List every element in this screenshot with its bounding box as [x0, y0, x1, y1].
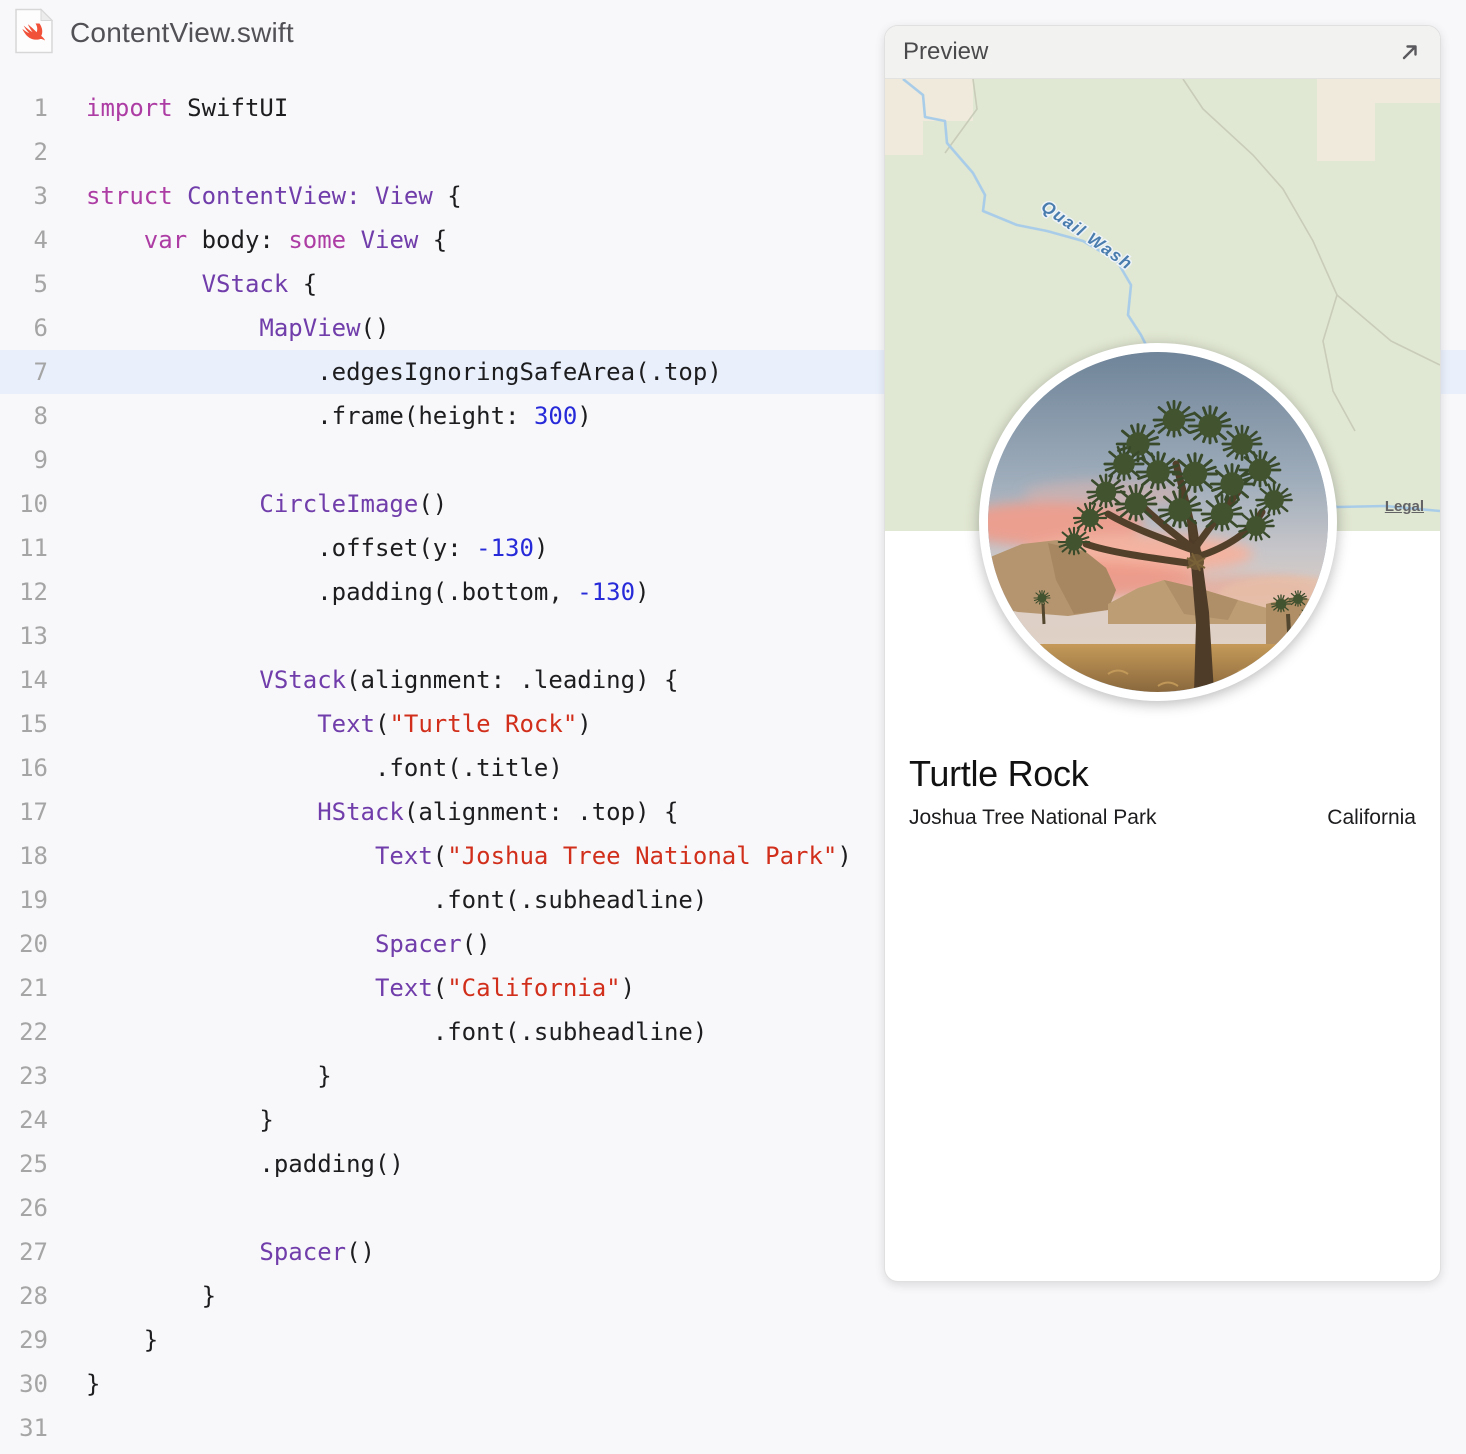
open-in-new-icon[interactable]	[1398, 40, 1422, 64]
line-number: 1	[33, 94, 48, 122]
line-number: 25	[19, 1150, 48, 1178]
line-number: 26	[19, 1194, 48, 1222]
preview-panel: Preview Quail Wash Legal Turtle Rock Jos…	[884, 25, 1441, 1282]
landmark-detail: Turtle Rock Joshua Tree National Park Ca…	[909, 752, 1416, 830]
line-number: 11	[19, 534, 48, 562]
line-number: 12	[19, 578, 48, 606]
landmark-state: California	[1327, 806, 1416, 829]
line-number: 7	[33, 358, 48, 386]
line-number: 8	[33, 402, 48, 430]
line-number: 13	[19, 622, 48, 650]
line-number: 16	[19, 754, 48, 782]
line-number: 5	[33, 270, 48, 298]
swift-file-icon	[14, 7, 54, 59]
line-number: 4	[33, 226, 48, 254]
code-line: 29 }	[0, 1318, 1466, 1362]
code-line: 31	[0, 1406, 1466, 1450]
preview-header: Preview	[885, 26, 1440, 79]
line-number: 2	[33, 138, 48, 166]
line-number: 31	[19, 1414, 48, 1442]
line-number: 10	[19, 490, 48, 518]
line-number: 15	[19, 710, 48, 738]
line-number: 24	[19, 1106, 48, 1134]
code-line: 30}	[0, 1362, 1466, 1406]
line-number: 23	[19, 1062, 48, 1090]
line-number: 30	[19, 1370, 48, 1398]
line-number: 6	[33, 314, 48, 342]
line-number: 21	[19, 974, 48, 1002]
line-number: 27	[19, 1238, 48, 1266]
landmark-circle-image	[979, 343, 1337, 701]
page-title: ContentView.swift	[70, 17, 294, 48]
landmark-park: Joshua Tree National Park	[909, 806, 1157, 829]
line-number: 22	[19, 1018, 48, 1046]
line-number: 29	[19, 1326, 48, 1354]
line-number: 17	[19, 798, 48, 826]
line-number: 19	[19, 886, 48, 914]
line-number: 3	[33, 182, 48, 210]
tutorial-page: ContentView.swift 1 import SwiftUI 2 3 struc…	[0, 0, 1466, 1454]
line-number: 28	[19, 1282, 48, 1310]
map-legal-link[interactable]: Legal	[1385, 498, 1424, 515]
line-number: 14	[19, 666, 48, 694]
line-number: 18	[19, 842, 48, 870]
line-number: 20	[19, 930, 48, 958]
landmark-title: Turtle Rock	[909, 753, 1089, 794]
preview-title: Preview	[903, 38, 989, 65]
line-number: 9	[33, 446, 48, 474]
